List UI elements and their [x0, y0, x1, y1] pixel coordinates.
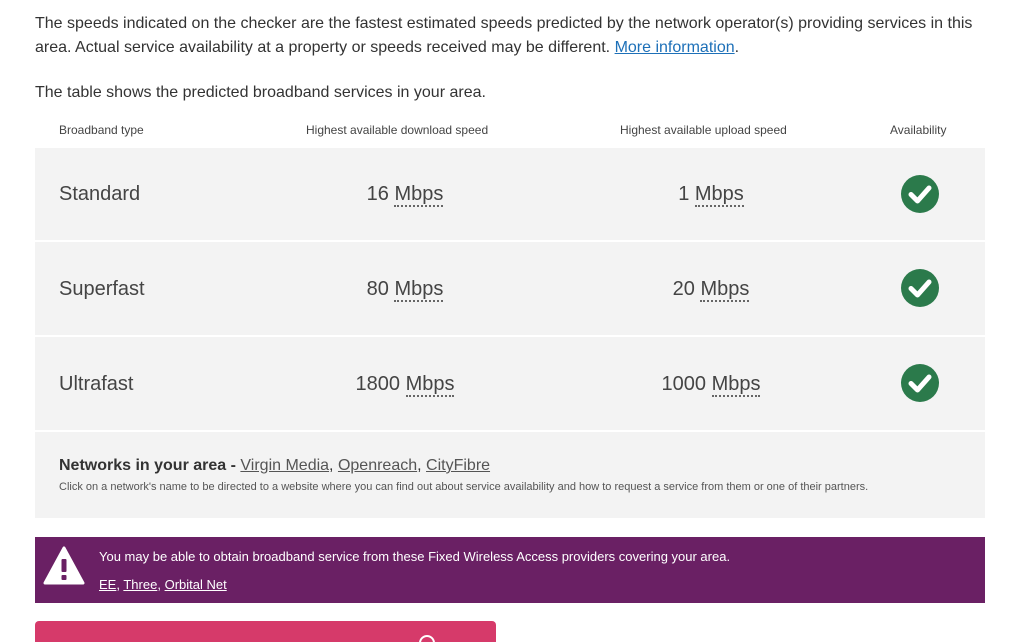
- table-row: Ultrafast 1800 Mbps 1000 Mbps: [35, 337, 985, 430]
- header-download-speed: Highest available download speed: [306, 123, 489, 137]
- networks-note: Click on a network's name to be directed…: [59, 481, 869, 493]
- broadband-type-standard: Standard: [59, 183, 141, 205]
- download-speed-value: 16: [366, 183, 389, 205]
- network-link-cityfibre[interactable]: CityFibre: [426, 457, 490, 474]
- upload-speed-value: 1: [678, 183, 690, 205]
- networks-title: Networks in your area -: [59, 457, 236, 474]
- fwa-message: You may be able to obtain broadband serv…: [99, 549, 731, 564]
- mbps-unit[interactable]: Mbps: [700, 278, 750, 302]
- warning-triangle-icon: [42, 545, 86, 592]
- check-circle-icon: [901, 175, 939, 213]
- check-circle-icon: [901, 269, 939, 307]
- table-intro: The table shows the predicted broadband …: [35, 84, 486, 101]
- header-upload-speed: Highest available upload speed: [620, 123, 787, 137]
- upload-speed-superfast: 20 Mbps: [561, 276, 861, 302]
- broadband-checker-results: The speeds indicated on the checker are …: [0, 0, 1024, 642]
- table-row: Standard 16 Mbps 1 Mbps: [35, 148, 985, 241]
- download-speed-value: 80: [366, 278, 389, 300]
- speed-disclaimer-text: The speeds indicated on the checker are …: [35, 15, 973, 56]
- download-speed-ultrafast: 1800 Mbps: [255, 371, 555, 397]
- fwa-banner: You may be able to obtain broadband serv…: [35, 537, 985, 603]
- header-broadband-type: Broadband type: [59, 123, 144, 137]
- download-speed-standard: 16 Mbps: [255, 181, 555, 207]
- fwa-link-orbital-net[interactable]: Orbital Net: [165, 577, 227, 592]
- mbps-unit[interactable]: Mbps: [405, 373, 455, 397]
- mbps-unit[interactable]: Mbps: [711, 373, 761, 397]
- upload-speed-value: 20: [672, 278, 695, 300]
- circle-icon: [419, 635, 435, 642]
- download-speed-value: 1800: [355, 373, 401, 395]
- header-availability: Availability: [890, 123, 947, 137]
- fwa-provider-links: EE, Three, Orbital Net: [99, 577, 227, 592]
- networks-heading: Networks in your area - Virgin Media, Op…: [59, 457, 491, 474]
- network-link-virgin-media[interactable]: Virgin Media: [240, 457, 329, 474]
- mbps-unit[interactable]: Mbps: [394, 278, 444, 302]
- speed-disclaimer: The speeds indicated on the checker are …: [35, 15, 973, 56]
- fwa-link-three[interactable]: Three: [123, 577, 157, 592]
- network-link-openreach[interactable]: Openreach: [338, 457, 417, 474]
- table-row: Superfast 80 Mbps 20 Mbps: [35, 242, 985, 335]
- broadband-type-superfast: Superfast: [59, 278, 145, 300]
- download-speed-superfast: 80 Mbps: [255, 276, 555, 302]
- mbps-unit[interactable]: Mbps: [694, 183, 744, 207]
- more-information-link[interactable]: More information: [615, 39, 735, 56]
- broadband-type-ultrafast: Ultrafast: [59, 373, 134, 395]
- cta-button[interactable]: [35, 621, 496, 642]
- upload-speed-ultrafast: 1000 Mbps: [561, 371, 861, 397]
- upload-speed-value: 1000: [661, 373, 707, 395]
- upload-speed-standard: 1 Mbps: [561, 181, 861, 207]
- fwa-link-ee[interactable]: EE: [99, 577, 116, 592]
- networks-panel: Networks in your area - Virgin Media, Op…: [35, 432, 985, 518]
- mbps-unit[interactable]: Mbps: [394, 183, 444, 207]
- check-circle-icon: [901, 364, 939, 402]
